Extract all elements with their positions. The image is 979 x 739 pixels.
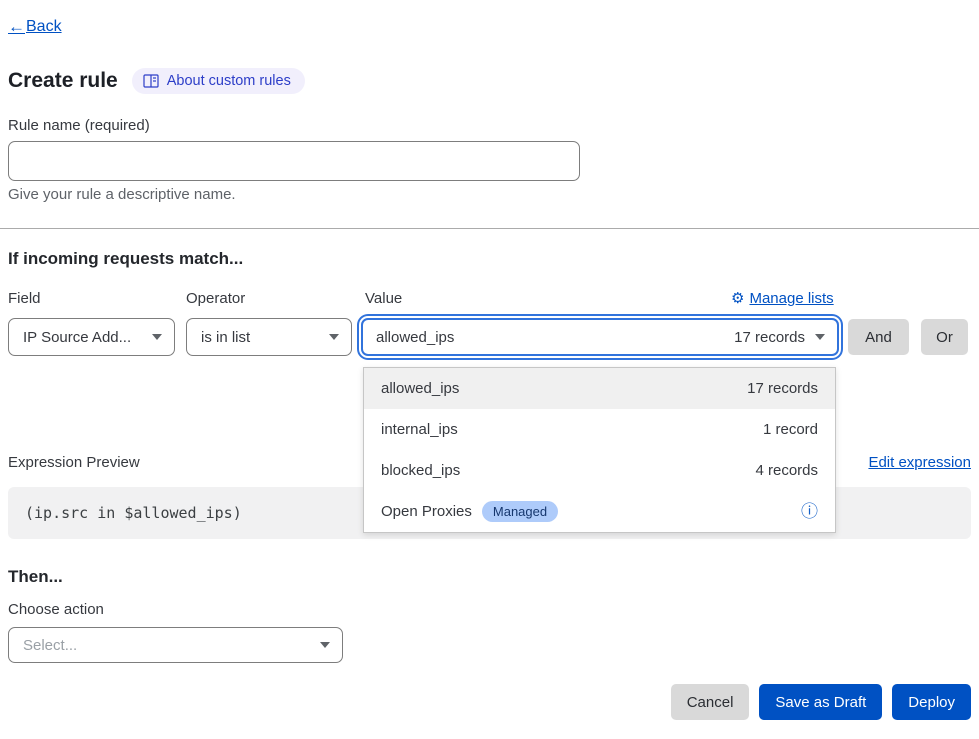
back-arrow-icon: ← xyxy=(8,17,25,37)
or-button[interactable]: Or xyxy=(921,319,968,355)
operator-select[interactable]: is in list xyxy=(186,318,352,356)
chevron-down-icon xyxy=(152,334,162,340)
operator-label: Operator xyxy=(186,290,245,307)
list-item-open-proxies[interactable]: Open Proxies Managed ⓘ xyxy=(364,491,835,532)
expression-preview-label: Expression Preview xyxy=(8,454,140,471)
and-button[interactable]: And xyxy=(848,319,909,355)
cancel-button[interactable]: Cancel xyxy=(671,684,750,720)
list-item-name: Open Proxies xyxy=(381,503,472,520)
footer-actions: Cancel Save as Draft Deploy xyxy=(671,684,971,720)
operator-select-value: is in list xyxy=(201,329,250,346)
field-select[interactable]: IP Source Add... xyxy=(8,318,175,356)
list-item-meta: 1 record xyxy=(763,421,818,438)
about-badge-label: About custom rules xyxy=(167,73,291,89)
rule-name-label: Rule name (required) xyxy=(8,117,150,134)
rule-name-helper: Give your rule a descriptive name. xyxy=(8,186,236,203)
value-select-meta: 17 records xyxy=(734,329,805,346)
chevron-down-icon xyxy=(815,334,825,340)
choose-action-label: Choose action xyxy=(8,601,104,618)
book-icon xyxy=(143,74,159,88)
field-label: Field xyxy=(8,290,41,307)
value-select[interactable]: allowed_ips 17 records xyxy=(361,318,839,356)
page-title: Create rule xyxy=(8,69,118,93)
edit-expression-link[interactable]: Edit expression xyxy=(868,454,971,471)
list-item-meta: 17 records xyxy=(747,380,818,397)
list-item-name: blocked_ips xyxy=(381,462,460,479)
list-item-name: internal_ips xyxy=(381,421,458,438)
manage-lists-label: Manage lists xyxy=(749,290,833,307)
value-select-value: allowed_ips xyxy=(376,329,454,346)
list-item-allowed-ips[interactable]: allowed_ips 17 records xyxy=(364,368,835,409)
action-select[interactable]: Select... xyxy=(8,627,343,663)
save-as-draft-button[interactable]: Save as Draft xyxy=(759,684,882,720)
list-item-meta: 4 records xyxy=(755,462,818,479)
chevron-down-icon xyxy=(329,334,339,340)
chevron-down-icon xyxy=(320,642,330,648)
value-dropdown: allowed_ips 17 records internal_ips 1 re… xyxy=(363,367,836,533)
back-link[interactable]: ←Back xyxy=(8,17,62,37)
match-section-title: If incoming requests match... xyxy=(8,249,243,269)
gear-icon: ⚙ xyxy=(731,289,744,307)
info-icon[interactable]: ⓘ xyxy=(801,503,818,520)
manage-lists-link[interactable]: ⚙ Manage lists xyxy=(731,289,834,307)
field-select-value: IP Source Add... xyxy=(23,329,131,346)
page-header: Create rule About custom rules xyxy=(8,68,305,94)
value-label: Value xyxy=(365,290,402,307)
managed-badge: Managed xyxy=(482,501,558,522)
rule-name-input[interactable] xyxy=(8,141,580,181)
expression-code: (ip.src in $allowed_ips) xyxy=(25,504,242,522)
list-item-name: allowed_ips xyxy=(381,380,459,397)
section-divider xyxy=(0,228,979,229)
back-label: Back xyxy=(26,18,62,36)
then-section-title: Then... xyxy=(8,567,63,587)
list-item-blocked-ips[interactable]: blocked_ips 4 records xyxy=(364,450,835,491)
deploy-button[interactable]: Deploy xyxy=(892,684,971,720)
action-select-placeholder: Select... xyxy=(23,637,77,654)
list-item-internal-ips[interactable]: internal_ips 1 record xyxy=(364,409,835,450)
about-custom-rules-link[interactable]: About custom rules xyxy=(132,68,305,94)
